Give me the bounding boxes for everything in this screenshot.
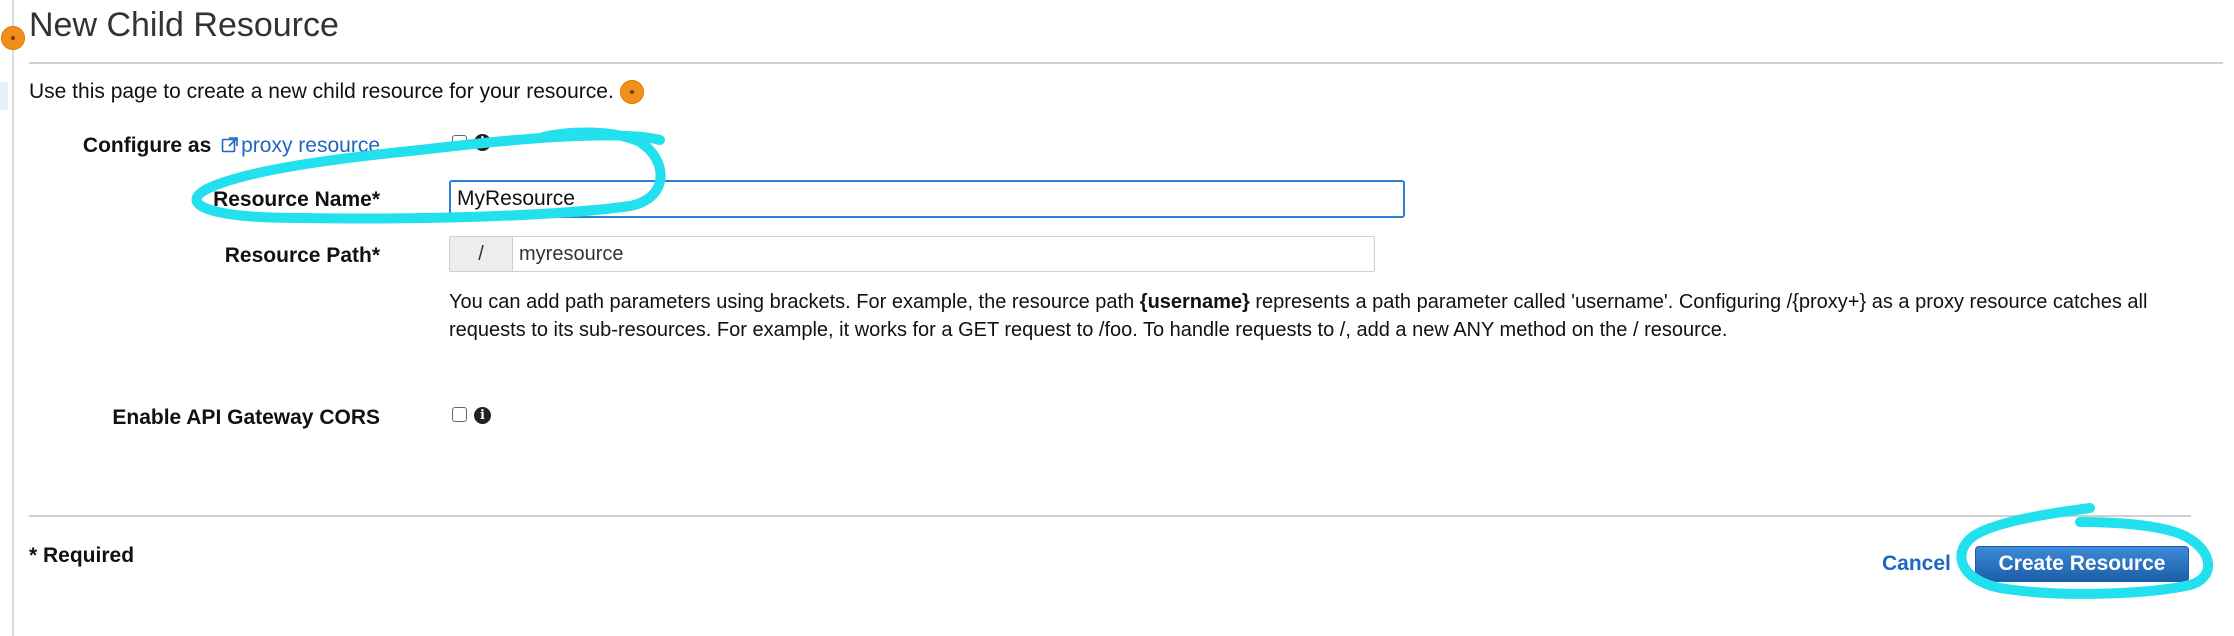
create-resource-button[interactable]: Create Resource (1975, 546, 2189, 582)
proxy-info-icon[interactable]: i (474, 134, 491, 151)
required-note: * Required (29, 544, 135, 567)
resource-path-label: Resource Path* (224, 244, 380, 267)
cancel-button[interactable]: Cancel (1882, 552, 1951, 576)
page-intro: Use this page to create a new child reso… (29, 80, 614, 104)
proxy-resource-link[interactable]: proxy resource (217, 134, 380, 157)
resource-name-input[interactable] (449, 180, 1405, 218)
cors-info-icon[interactable]: i (474, 407, 491, 424)
help-text-param: {username} (1139, 291, 1250, 313)
title-divider (29, 62, 2223, 64)
configure-as-label: Configure as proxy resource (83, 134, 380, 160)
path-help-text: You can add path parameters using bracke… (449, 288, 2209, 344)
help-pin-icon[interactable] (1, 26, 25, 50)
external-link-icon (221, 136, 239, 160)
resource-name-label: Resource Name* (213, 188, 380, 211)
intro-help-pin-icon[interactable] (620, 80, 644, 104)
proxy-link-text: proxy resource (241, 134, 380, 157)
resource-path-prefix: / (450, 237, 513, 271)
cors-checkbox[interactable] (452, 407, 467, 422)
page-title: New Child Resource (29, 6, 339, 44)
resource-path-input[interactable] (513, 237, 1385, 271)
cors-label: Enable API Gateway CORS (112, 406, 380, 429)
footer-divider (29, 515, 2191, 517)
resource-path-field: / (449, 236, 1385, 272)
intro-text: Use this page to create a new child reso… (29, 80, 614, 103)
configure-as-text: Configure as (82, 134, 212, 157)
help-text-before: You can add path parameters using bracke… (449, 291, 1140, 313)
proxy-resource-checkbox[interactable] (452, 135, 467, 150)
left-border (12, 0, 14, 636)
sidebar-marker (0, 82, 8, 110)
